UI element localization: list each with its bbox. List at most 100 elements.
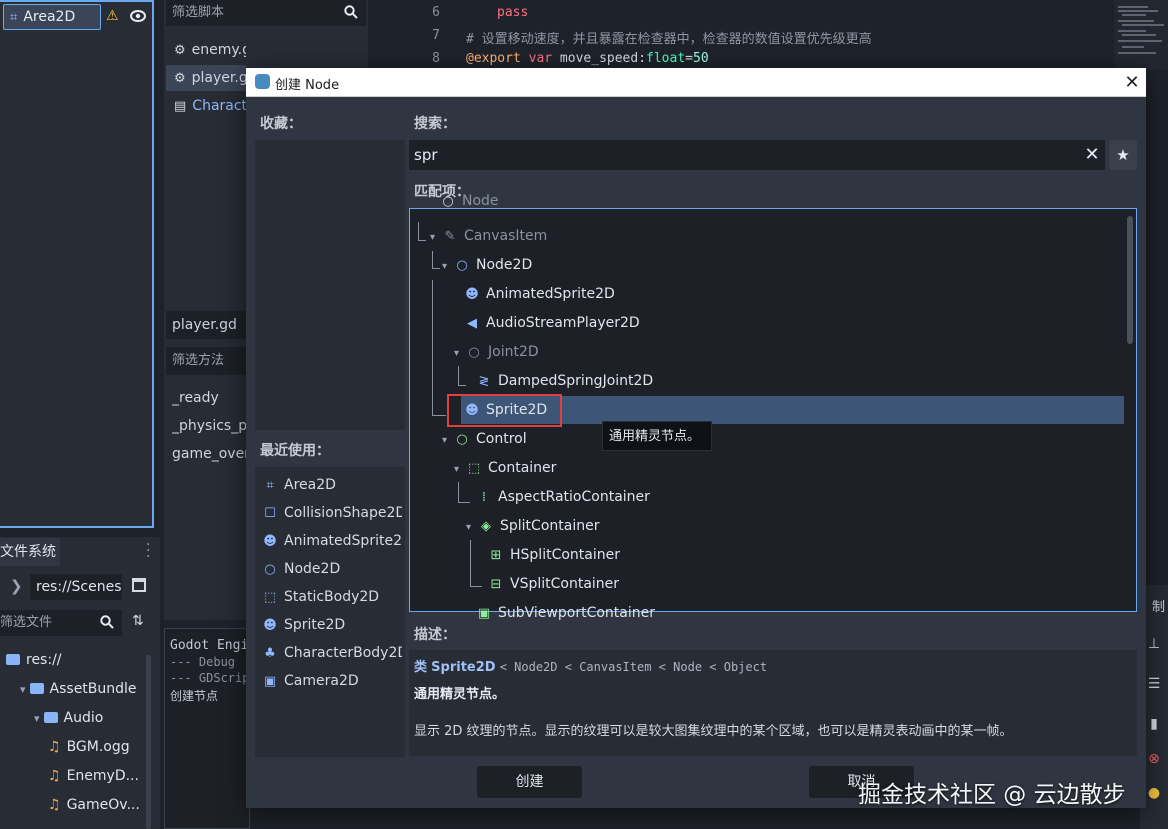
tree-item[interactable]: ≷ DampedSpringJoint2D bbox=[476, 367, 654, 396]
area2d-icon: ⌗ bbox=[266, 478, 274, 493]
inherits-class-link[interactable]: CanvasItem bbox=[579, 660, 651, 674]
description-header: 类 Sprite2D < Node2D < CanvasItem < Node … bbox=[414, 656, 767, 675]
expand-chevron-icon[interactable]: ▾ bbox=[442, 426, 454, 455]
tree-item-label: Container bbox=[488, 460, 557, 476]
recent-item[interactable]: ☻ AnimatedSprite2D bbox=[262, 527, 402, 555]
filesystem-item[interactable]: res:// bbox=[6, 646, 62, 674]
tree-item[interactable]: ⊟ VSplitContainer bbox=[488, 570, 620, 599]
favorite-star-button[interactable]: ★ bbox=[1109, 140, 1137, 170]
tree-item[interactable]: ○ Node bbox=[440, 189, 498, 213]
search-input[interactable] bbox=[409, 140, 1105, 170]
tree-scrollbar[interactable] bbox=[1127, 216, 1133, 344]
chevron-right-icon[interactable]: ❯ bbox=[10, 577, 23, 595]
tree-item[interactable]: ☻ AnimatedSprite2D bbox=[464, 280, 615, 309]
recent-item[interactable]: ☐ CollisionShape2D bbox=[262, 499, 402, 527]
search-label: 搜索： bbox=[414, 116, 456, 132]
layout-toggle-icon[interactable] bbox=[132, 578, 146, 592]
tree-item[interactable]: ▾ ○ Joint2D bbox=[454, 338, 539, 367]
more-options-icon[interactable]: · · · bbox=[146, 538, 150, 564]
code-line[interactable]: pass bbox=[497, 5, 528, 20]
script-item[interactable]: ⚙enemy.gd bbox=[166, 37, 246, 63]
code-minimap[interactable] bbox=[1114, 0, 1168, 70]
filesystem-item-label: BGM.ogg bbox=[66, 739, 130, 755]
recent-item-label: AnimatedSprite2D bbox=[284, 533, 402, 549]
tree-guide-line bbox=[418, 222, 419, 240]
error-icon[interactable]: ⊗ bbox=[1146, 751, 1162, 767]
create-button[interactable]: 创建 bbox=[477, 766, 582, 798]
tree-item-label: SubViewportContainer bbox=[498, 605, 655, 621]
recent-item[interactable]: ☻ Sprite2D bbox=[262, 611, 402, 639]
tree-item[interactable]: ▾ ⬚ Container bbox=[454, 454, 556, 483]
expand-chevron-icon[interactable]: ▾ bbox=[454, 339, 466, 368]
recent-item-label: Node2D bbox=[284, 561, 341, 577]
filesystem-item[interactable]: ♫ GameOv... bbox=[48, 791, 140, 819]
tree-item[interactable]: ⁞ AspectRatioContainer bbox=[476, 483, 650, 512]
filesystem-item-label: AssetBundle bbox=[49, 681, 137, 697]
gear-icon: ⚙ bbox=[174, 43, 186, 58]
method-item[interactable]: _physics_process bbox=[172, 412, 246, 440]
script-item[interactable]: ▤Character bbox=[166, 93, 246, 119]
inherits-class-link[interactable]: Node2D bbox=[514, 660, 557, 674]
inherits-class-link[interactable]: Object bbox=[724, 660, 767, 674]
warning-filter-icon[interactable]: ● bbox=[1146, 785, 1162, 801]
expand-chevron-icon[interactable]: ▾ bbox=[442, 252, 454, 281]
clear-output-icon[interactable]: ⊥ bbox=[1146, 636, 1162, 652]
visibility-eye-icon[interactable] bbox=[130, 8, 146, 24]
expand-chevron-icon[interactable]: ▾ bbox=[430, 223, 442, 252]
filesystem-item[interactable]: ♫ BGM.ogg bbox=[48, 733, 130, 761]
favorites-list[interactable] bbox=[255, 140, 405, 430]
method-item[interactable]: _ready bbox=[172, 384, 246, 412]
expand-chevron-icon[interactable]: ▾ bbox=[34, 712, 40, 725]
spring-icon: ≷ bbox=[478, 374, 490, 389]
recent-item[interactable]: ▣ Camera2D bbox=[262, 667, 402, 695]
watermark: 掘金技术社区 @ 云边散步 bbox=[858, 782, 1126, 808]
code-line-number: 6 bbox=[432, 5, 440, 20]
filesystem-tab[interactable]: 文件系统 bbox=[0, 538, 60, 566]
tree-guide-line bbox=[458, 366, 459, 385]
dialog-titlebar[interactable] bbox=[246, 68, 1146, 97]
filesystem-item[interactable]: ▾ Audio bbox=[34, 704, 103, 732]
filesystem-scrollbar[interactable] bbox=[146, 655, 151, 829]
filesystem-item[interactable]: ♫ EnemyD... bbox=[48, 762, 139, 790]
tree-item[interactable]: ⊞ HSplitContainer bbox=[488, 541, 620, 570]
message-icon[interactable]: ▮ bbox=[1146, 716, 1162, 732]
tree-item[interactable]: ▣ SubViewportContainer bbox=[476, 599, 655, 628]
clear-search-icon[interactable]: ✕ bbox=[1082, 144, 1102, 166]
recent-item-label: CollisionShape2D bbox=[284, 505, 402, 521]
recent-item[interactable]: ⌗ Area2D bbox=[262, 471, 402, 499]
code-line[interactable]: # 设置移动速度，并且暴露在检查器中，检查器的数值设置优先级更高 bbox=[466, 28, 872, 47]
method-filter-input[interactable]: 筛选方法 bbox=[166, 347, 246, 375]
tree-item-label: AudioStreamPlayer2D bbox=[486, 315, 640, 331]
canvas-item-icon: ✎ bbox=[444, 229, 456, 244]
align-icon[interactable]: ☰ bbox=[1146, 676, 1162, 692]
tree-item[interactable]: ▾ ◈ SplitContainer bbox=[466, 512, 599, 541]
filesystem-path-field[interactable]: res://Scenes bbox=[30, 574, 122, 600]
warning-icon[interactable]: ⚠ bbox=[106, 8, 119, 24]
recent-item[interactable]: ○ Node2D bbox=[262, 555, 402, 583]
folder-icon bbox=[6, 654, 20, 665]
tree-item[interactable]: ▾ ✎ CanvasItem bbox=[430, 222, 547, 251]
recent-item[interactable]: ♣ CharacterBody2D bbox=[262, 639, 402, 667]
expand-chevron-icon[interactable]: ▾ bbox=[454, 455, 466, 484]
filesystem-item[interactable]: ▾ AssetBundle bbox=[20, 675, 137, 703]
description-class-name[interactable]: Sprite2D bbox=[431, 660, 495, 675]
code-token: 50 bbox=[693, 51, 709, 66]
sort-icon[interactable]: ⇅ bbox=[132, 613, 144, 629]
tree-item[interactable]: ▾ ○ Control bbox=[442, 425, 527, 454]
expand-chevron-icon[interactable]: ▾ bbox=[466, 513, 478, 542]
script-filter-input[interactable]: 筛选脚本 bbox=[166, 0, 366, 26]
scene-root-node[interactable]: ⌗ Area2D bbox=[3, 4, 101, 30]
recent-item-label: Area2D bbox=[284, 477, 336, 493]
recent-item[interactable]: ⬚ StaticBody2D bbox=[262, 583, 402, 611]
script-item-selected[interactable]: ⚙player.gd bbox=[166, 65, 246, 91]
static-body-icon: ⬚ bbox=[263, 590, 277, 605]
code-line[interactable]: @export var move_speed:float=50 bbox=[466, 51, 709, 66]
expand-chevron-icon[interactable]: ▾ bbox=[20, 683, 26, 696]
tree-item[interactable]: ▾ ○ Node2D bbox=[442, 251, 532, 280]
tree-item-label: Node2D bbox=[476, 257, 533, 273]
close-button[interactable]: ✕ bbox=[1118, 69, 1146, 96]
method-item[interactable]: game_over bbox=[172, 440, 246, 468]
inherits-class-link[interactable]: Node bbox=[673, 660, 702, 674]
tree-item[interactable]: ◀ AudioStreamPlayer2D bbox=[464, 309, 640, 338]
